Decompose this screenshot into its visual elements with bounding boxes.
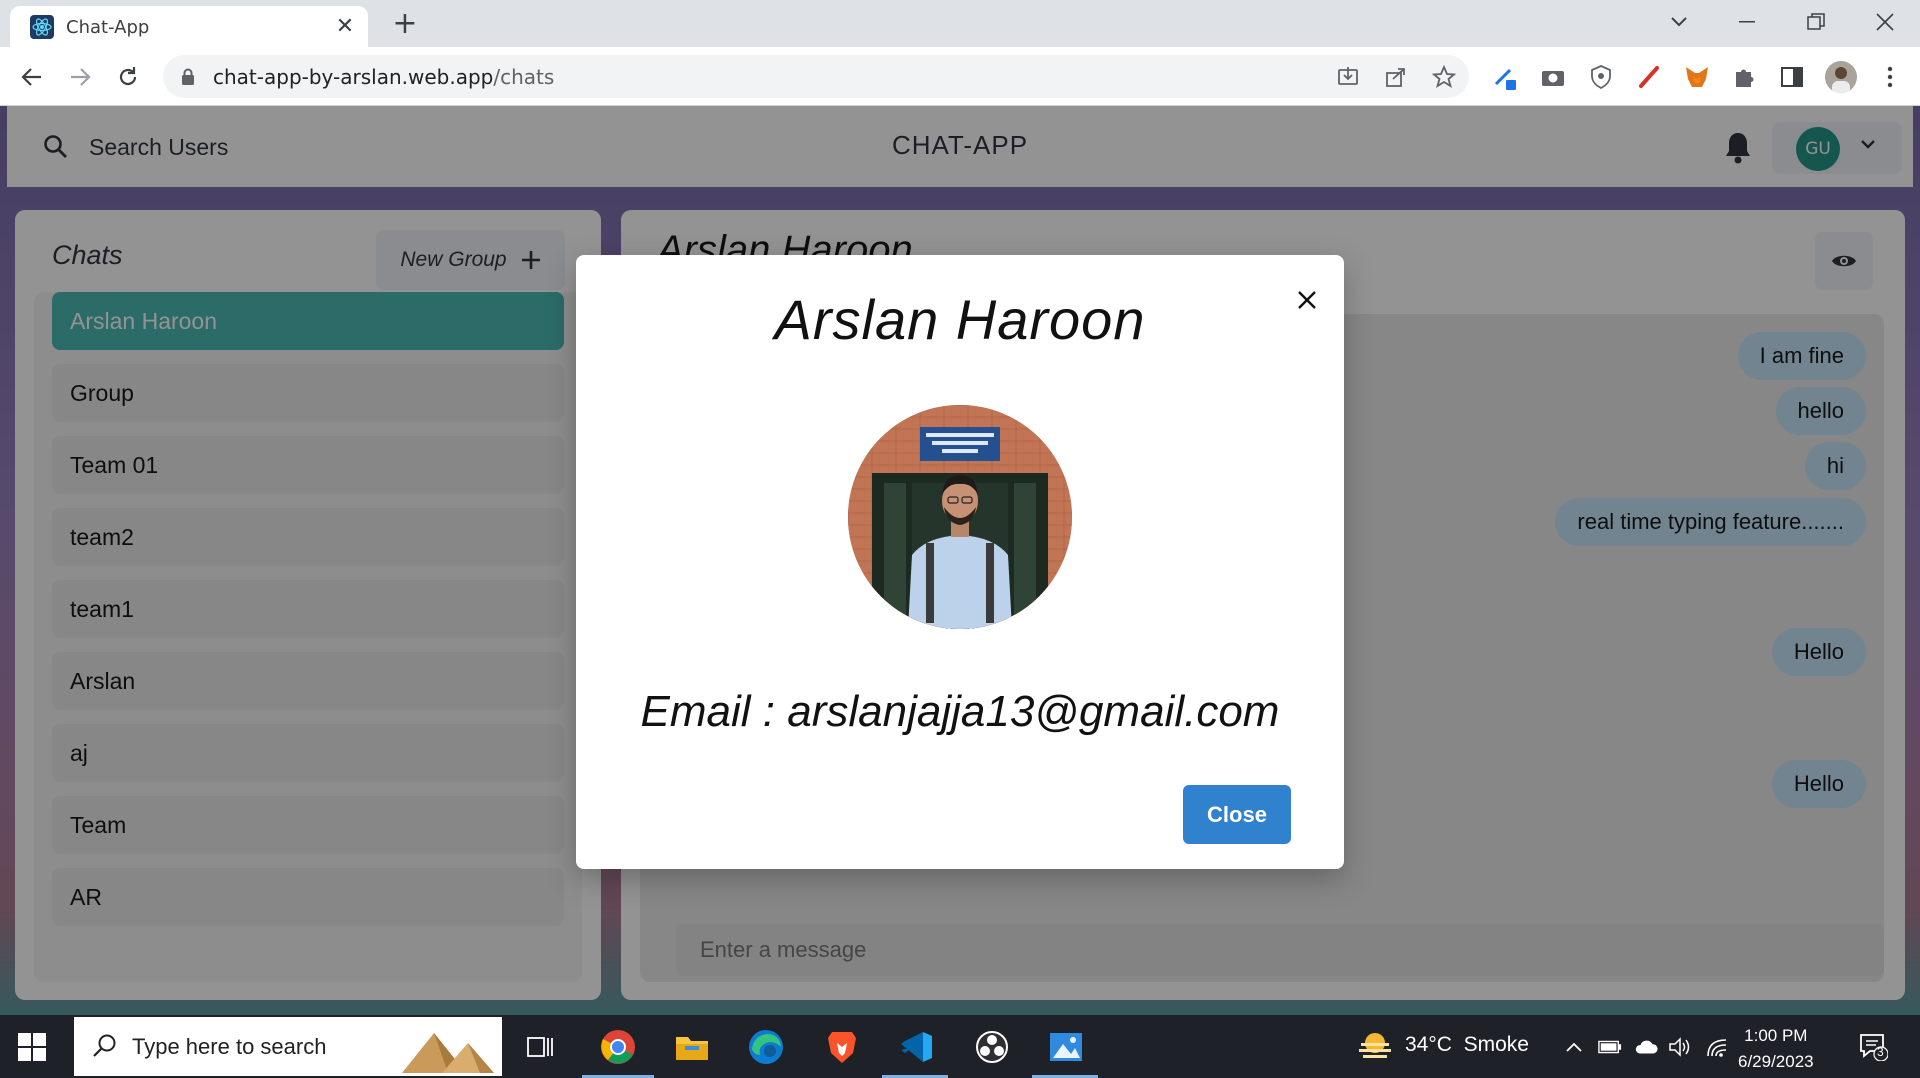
lock-icon[interactable]	[181, 68, 195, 86]
photos-app-icon[interactable]	[1046, 1027, 1086, 1067]
taskbar-search-placeholder: Type here to search	[132, 1034, 327, 1059]
back-arrow-icon[interactable]	[14, 59, 50, 95]
tab-search-chevron-icon[interactable]	[1656, 4, 1702, 40]
browser-menu-kebab-icon[interactable]	[1876, 63, 1904, 91]
chrome-taskbar-icon[interactable]	[598, 1027, 638, 1067]
taskbar-search-box[interactable]: Type here to search	[74, 1017, 502, 1076]
task-view-icon[interactable]	[520, 1027, 560, 1067]
extensions-puzzle-icon[interactable]	[1730, 63, 1758, 91]
side-panel-icon[interactable]	[1778, 63, 1806, 91]
shield-extension-icon[interactable]	[1587, 63, 1615, 91]
sun-haze-icon	[1359, 1033, 1391, 1058]
close-button[interactable]: Close	[1183, 785, 1291, 844]
browser-profile-avatar[interactable]	[1825, 61, 1857, 93]
windows-taskbar: Type here to search 34°C Smoke 1:00 PM 6…	[0, 1015, 1920, 1078]
close-icon[interactable]	[1288, 281, 1326, 319]
obs-studio-icon[interactable]	[972, 1027, 1012, 1067]
browser-toolbar: chat-app-by-arslan.web.app/chats	[0, 47, 1920, 106]
file-explorer-icon[interactable]	[672, 1027, 712, 1067]
install-app-icon[interactable]	[1336, 65, 1360, 89]
url-path: /chats	[493, 65, 555, 89]
weather-text: 34°C Smoke	[1405, 1033, 1529, 1056]
vscode-icon[interactable]	[896, 1027, 936, 1067]
modal-title: Arslan Haroon	[774, 288, 1146, 351]
battery-icon[interactable]	[1598, 1035, 1622, 1059]
new-tab-button[interactable]: +	[388, 8, 422, 42]
restore-button[interactable]	[1793, 4, 1839, 40]
clock-date: 6/29/2023	[1738, 1052, 1814, 1071]
browser-tab-strip: Chat-App ✕ +	[0, 0, 1920, 47]
address-bar[interactable]: chat-app-by-arslan.web.app/chats	[163, 55, 1469, 98]
url-text: chat-app-by-arslan.web.app/chats	[213, 65, 554, 89]
wifi-icon[interactable]	[1706, 1035, 1730, 1059]
taskbar-clock[interactable]: 1:00 PM 6/29/2023	[1738, 1023, 1814, 1075]
pyramids-search-highlight-icon	[402, 1033, 494, 1073]
profile-modal: Arslan Haroon Email: arslanjajja13@gmai…	[576, 255, 1344, 869]
reload-icon[interactable]	[110, 59, 146, 95]
tab-title: Chat-App	[66, 17, 150, 38]
clock-time: 1:00 PM	[1744, 1026, 1808, 1045]
volume-icon[interactable]	[1668, 1035, 1692, 1059]
minimize-button[interactable]	[1724, 4, 1770, 40]
tray-chevron-up-icon[interactable]	[1562, 1035, 1586, 1059]
share-icon[interactable]	[1384, 65, 1408, 89]
modal-email: Email : arslanjajja13@gmail.com	[640, 687, 1280, 736]
windows-start-icon[interactable]	[18, 1033, 46, 1061]
profile-photo	[848, 405, 1072, 629]
close-window-button[interactable]	[1862, 4, 1908, 40]
tab-close-icon[interactable]: ✕	[332, 14, 358, 40]
onedrive-cloud-icon[interactable]	[1634, 1035, 1658, 1059]
search-icon	[93, 1034, 116, 1057]
react-logo-icon	[30, 15, 54, 39]
forward-arrow-icon[interactable]	[62, 59, 98, 95]
url-host: chat-app-by-arslan.web.app	[213, 65, 494, 89]
pen-extension-icon[interactable]	[1635, 63, 1663, 91]
eyedropper-extension-icon[interactable]	[1491, 63, 1519, 91]
weather-widget[interactable]: 34°C Smoke	[1357, 1029, 1529, 1061]
notification-count-badge: 3	[1877, 1045, 1884, 1059]
brave-browser-icon[interactable]	[822, 1027, 862, 1067]
metamask-fox-icon[interactable]	[1683, 63, 1711, 91]
camera-extension-icon[interactable]	[1539, 63, 1567, 91]
bookmark-star-icon[interactable]	[1432, 65, 1456, 89]
edge-browser-icon[interactable]	[746, 1027, 786, 1067]
browser-tab[interactable]: Chat-App ✕	[10, 6, 368, 47]
action-center-notification-icon[interactable]: 3	[1858, 1031, 1889, 1062]
